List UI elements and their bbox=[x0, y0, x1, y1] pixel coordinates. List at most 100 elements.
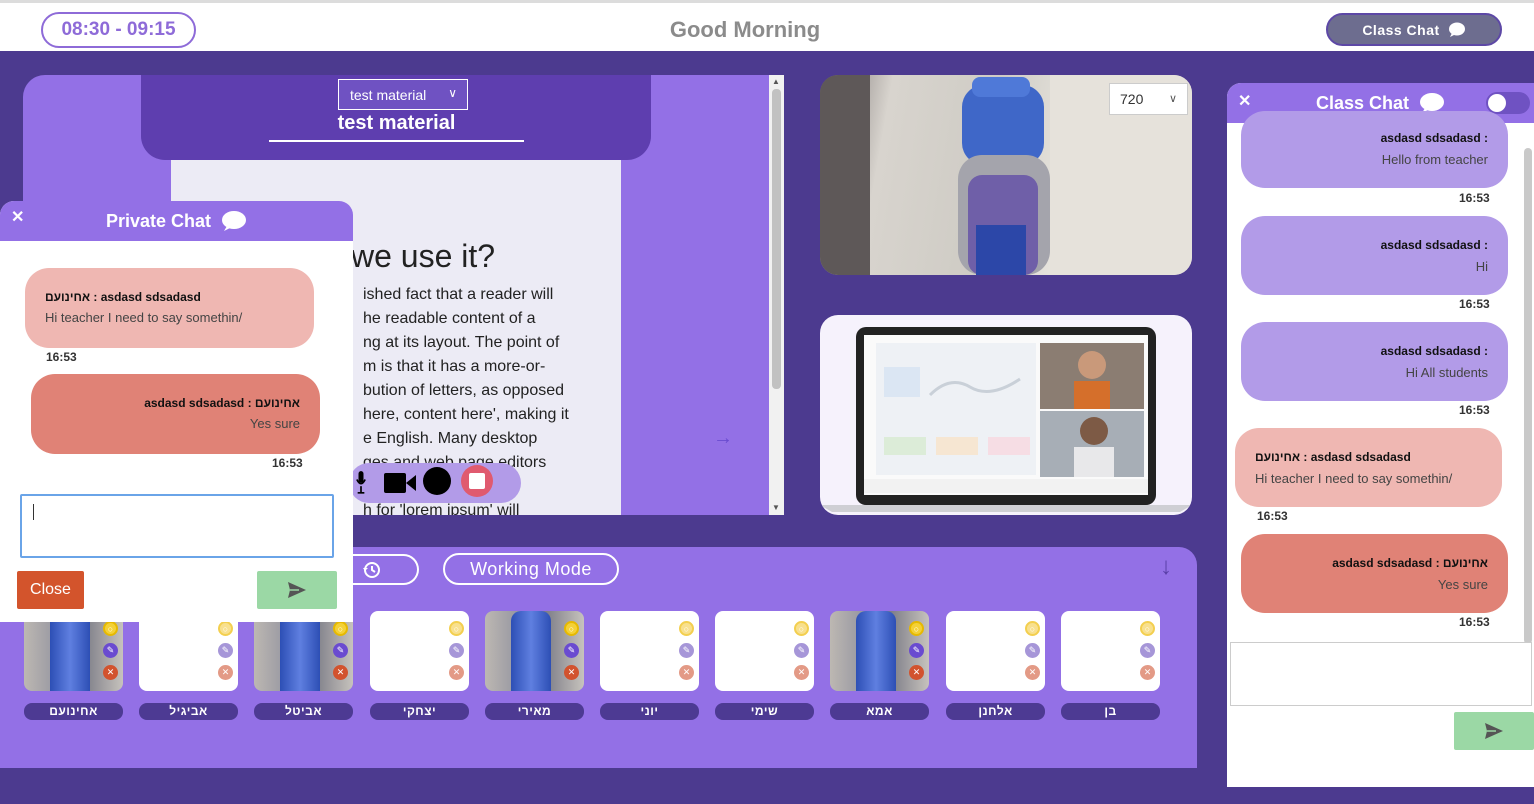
chat-message: אחינועם : asdasd sdsadasd Hi teacher I n… bbox=[25, 268, 314, 348]
student-name: שימי bbox=[715, 703, 814, 720]
student-tile[interactable]: ○ ✎ ✕ bbox=[139, 611, 238, 691]
student-name: אלחנן bbox=[946, 703, 1045, 720]
scrollbar-thumb[interactable] bbox=[772, 89, 781, 389]
material-select-value: test material bbox=[350, 86, 427, 103]
bulb-icon[interactable]: ○ bbox=[218, 621, 233, 636]
bulb-icon[interactable]: ○ bbox=[103, 621, 118, 636]
remove-icon[interactable]: ✕ bbox=[679, 665, 694, 680]
pencil-icon[interactable]: ✎ bbox=[679, 643, 694, 658]
close-button[interactable]: Close bbox=[17, 571, 84, 609]
laptop-video-call-illustration bbox=[820, 327, 1192, 512]
speech-bubble-icon bbox=[1448, 22, 1465, 37]
message-sender: asdasd sdsadasd : אחינועם bbox=[1332, 556, 1488, 570]
student-name: אחינועם bbox=[24, 703, 123, 720]
scroll-down-icon[interactable]: ▼ bbox=[772, 503, 780, 512]
pencil-icon[interactable]: ✎ bbox=[909, 643, 924, 658]
bulb-icon[interactable]: ○ bbox=[1025, 621, 1040, 636]
class-chat-toggle[interactable] bbox=[1486, 92, 1530, 114]
message-text: Hi All students bbox=[1405, 365, 1488, 380]
record-icon[interactable] bbox=[423, 467, 451, 495]
student-tile[interactable]: ○ ✎ ✕ bbox=[715, 611, 814, 691]
document-line: here, content here', making it bbox=[363, 406, 569, 423]
pencil-icon[interactable]: ✎ bbox=[1025, 643, 1040, 658]
student-tile[interactable]: ○ ✎ ✕ bbox=[1061, 611, 1160, 691]
pencil-icon[interactable]: ✎ bbox=[218, 643, 233, 658]
stop-icon[interactable] bbox=[461, 465, 493, 497]
document-line: he readable content of a bbox=[363, 310, 536, 327]
student-tile[interactable]: ○ ✎ ✕ bbox=[370, 611, 469, 691]
close-icon[interactable]: ✕ bbox=[11, 207, 24, 227]
student-name: אביגיל bbox=[139, 703, 238, 720]
send-button[interactable] bbox=[257, 571, 337, 609]
class-chat-button[interactable]: Class Chat bbox=[1326, 13, 1502, 46]
camera-icon[interactable] bbox=[384, 473, 416, 493]
class-chat-scrollbar[interactable] bbox=[1524, 148, 1532, 644]
message-sender: אחינועם : asdasd sdsadasd bbox=[1255, 450, 1411, 464]
pencil-icon[interactable]: ✎ bbox=[1140, 643, 1155, 658]
student-tile[interactable]: ○ ✎ ✕ bbox=[946, 611, 1045, 691]
bulb-icon[interactable]: ○ bbox=[449, 621, 464, 636]
remove-icon[interactable]: ✕ bbox=[449, 665, 464, 680]
remove-icon[interactable]: ✕ bbox=[1140, 665, 1155, 680]
arrow-down-icon[interactable]: ↓ bbox=[1160, 553, 1172, 581]
material-scrollbar[interactable]: ▲ ▼ bbox=[769, 75, 784, 515]
material-select[interactable]: test material ∨ bbox=[338, 79, 468, 110]
remove-icon[interactable]: ✕ bbox=[564, 665, 579, 680]
message-time: 16:53 bbox=[1459, 615, 1490, 629]
pencil-icon[interactable]: ✎ bbox=[449, 643, 464, 658]
private-chat-input[interactable] bbox=[20, 494, 334, 558]
next-page-arrow-icon[interactable]: → bbox=[713, 427, 733, 450]
working-mode-button[interactable]: Working Mode bbox=[443, 553, 619, 585]
resolution-select[interactable]: 720 ∨ bbox=[1109, 83, 1188, 115]
remove-icon[interactable]: ✕ bbox=[333, 665, 348, 680]
bulb-icon[interactable]: ○ bbox=[1140, 621, 1155, 636]
private-chat-pointer bbox=[168, 622, 188, 632]
student-video-frame bbox=[280, 611, 320, 691]
bulb-icon[interactable]: ○ bbox=[564, 621, 579, 636]
student-tile[interactable]: ○ ✎ ✕ bbox=[830, 611, 929, 691]
student-tile[interactable]: ○ ✎ ✕ bbox=[24, 611, 123, 691]
remove-icon[interactable]: ✕ bbox=[103, 665, 118, 680]
student-video-frame bbox=[50, 611, 90, 691]
close-icon[interactable]: ✕ bbox=[1238, 91, 1251, 111]
pencil-icon[interactable]: ✎ bbox=[794, 643, 809, 658]
scroll-up-icon[interactable]: ▲ bbox=[772, 77, 780, 86]
chat-message: asdasd sdsadasd : Hello from teacher bbox=[1241, 111, 1508, 188]
bulb-icon[interactable]: ○ bbox=[794, 621, 809, 636]
remove-icon[interactable]: ✕ bbox=[909, 665, 924, 680]
teacher-video: 720 ∨ bbox=[820, 75, 1192, 275]
send-icon bbox=[288, 582, 306, 598]
pencil-icon[interactable]: ✎ bbox=[333, 643, 348, 658]
resolution-value: 720 bbox=[1120, 91, 1144, 107]
message-text: Hi teacher I need to say somethin/ bbox=[45, 310, 243, 325]
message-time: 16:53 bbox=[272, 456, 303, 470]
student-tile[interactable]: ○ ✎ ✕ bbox=[485, 611, 584, 691]
remove-icon[interactable]: ✕ bbox=[218, 665, 233, 680]
greeting: Good Morning bbox=[669, 17, 821, 42]
pencil-icon[interactable]: ✎ bbox=[564, 643, 579, 658]
remove-icon[interactable]: ✕ bbox=[794, 665, 809, 680]
bulb-icon[interactable]: ○ bbox=[909, 621, 924, 636]
text-caret bbox=[33, 504, 34, 520]
private-chat-header: Private Chat bbox=[0, 201, 353, 241]
document-line: ng at its layout. The point of bbox=[363, 334, 560, 351]
microphone-icon[interactable] bbox=[356, 467, 366, 497]
pencil-icon[interactable]: ✎ bbox=[103, 643, 118, 658]
bulb-icon[interactable]: ○ bbox=[679, 621, 694, 636]
message-sender: asdasd sdsadasd : bbox=[1380, 238, 1488, 252]
speech-bubble-icon bbox=[222, 211, 247, 231]
class-chat-input[interactable] bbox=[1230, 642, 1532, 706]
history-icon bbox=[363, 561, 381, 578]
message-sender: asdasd sdsadasd : bbox=[1380, 131, 1488, 145]
private-chat-window: Private Chat ✕ אחינועם : asdasd sdsadasd… bbox=[0, 201, 353, 622]
student-video-frame bbox=[856, 611, 896, 691]
student-tile[interactable]: ○ ✎ ✕ bbox=[254, 611, 353, 691]
message-time: 16:53 bbox=[1459, 297, 1490, 311]
message-time: 16:53 bbox=[1459, 403, 1490, 417]
send-button[interactable] bbox=[1454, 712, 1534, 750]
student-video-frame bbox=[511, 611, 551, 691]
document-line: e English. Many desktop bbox=[363, 430, 538, 447]
remove-icon[interactable]: ✕ bbox=[1025, 665, 1040, 680]
student-tile[interactable]: ○ ✎ ✕ bbox=[600, 611, 699, 691]
bulb-icon[interactable]: ○ bbox=[333, 621, 348, 636]
